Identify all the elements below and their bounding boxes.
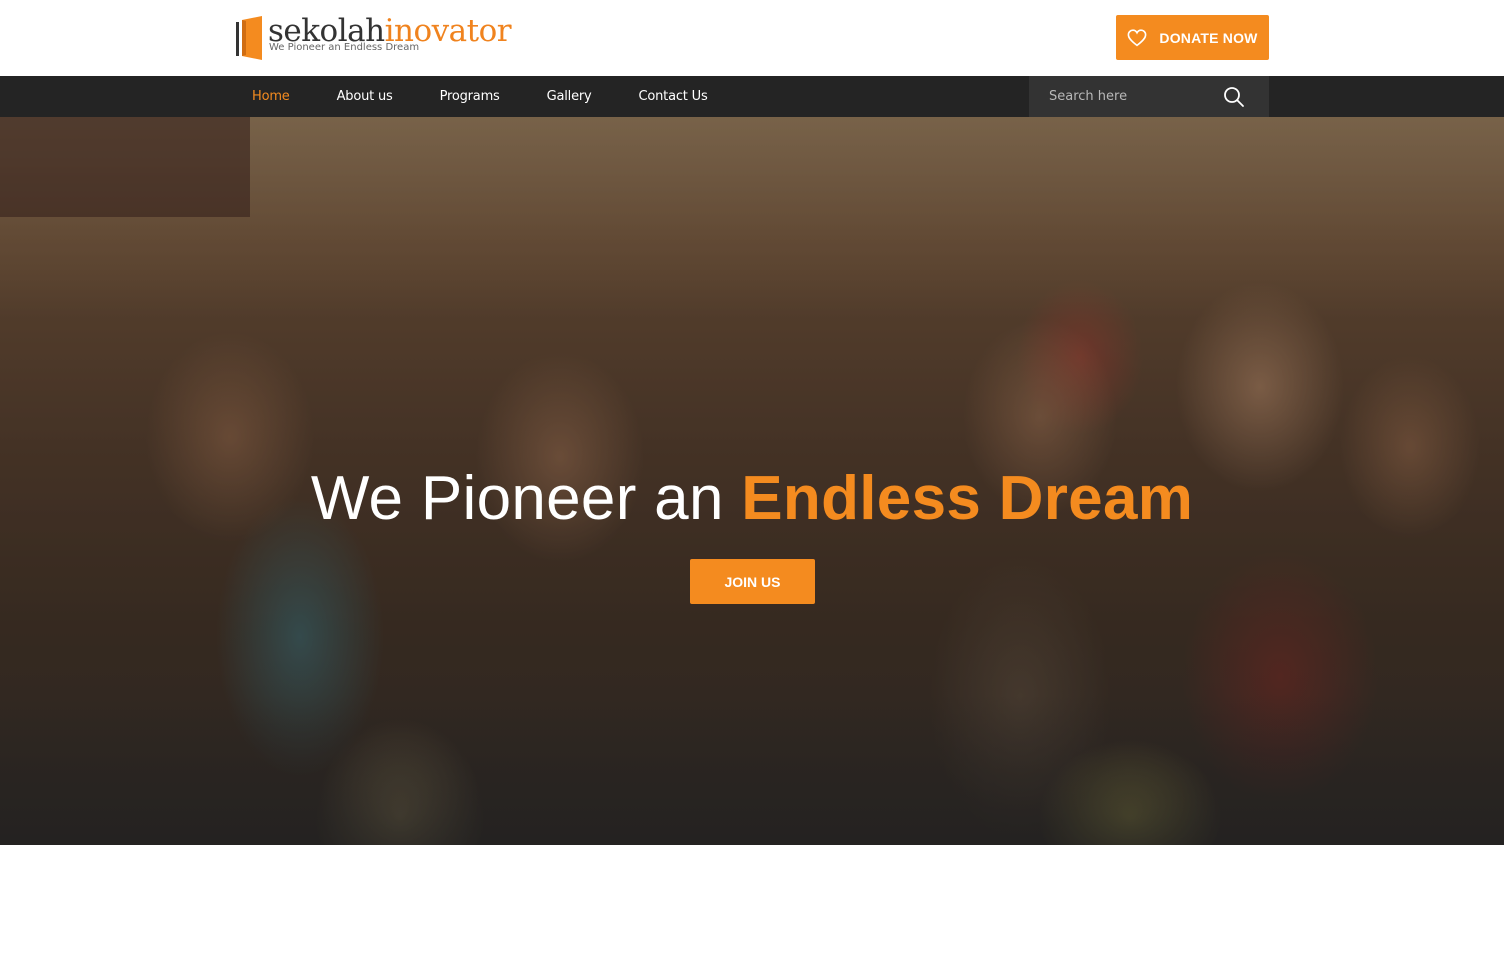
site-header: sekolahinovator We Pioneer an Endless Dr… <box>0 0 1504 76</box>
site-logo[interactable]: sekolahinovator We Pioneer an Endless Dr… <box>234 14 512 62</box>
hero-title-accent: Endless Dream <box>741 464 1194 533</box>
search-input[interactable] <box>1029 76 1209 117</box>
nav-item-gallery[interactable]: Gallery <box>547 89 592 104</box>
join-us-button[interactable]: JOIN US <box>690 559 815 604</box>
hero-banner: We Pioneer an Endless Dream JOIN US <box>0 117 1504 845</box>
open-door-icon <box>236 16 262 60</box>
nav-item-home[interactable]: Home <box>252 89 290 104</box>
nav-item-programs[interactable]: Programs <box>440 89 500 104</box>
donate-now-label: DONATE NOW <box>1159 29 1258 46</box>
logo-tagline: We Pioneer an Endless Dream <box>269 42 420 53</box>
search-box <box>1029 76 1269 117</box>
heart-icon <box>1127 28 1147 46</box>
donate-now-button[interactable]: DONATE NOW <box>1116 15 1269 60</box>
main-navbar: Home About us Programs Gallery Contact U… <box>0 76 1504 117</box>
hero-title-light: We Pioneer an <box>310 464 742 533</box>
nav-item-about-us[interactable]: About us <box>337 89 393 104</box>
main-nav: Home About us Programs Gallery Contact U… <box>252 76 755 117</box>
nav-item-contact-us[interactable]: Contact Us <box>639 89 708 104</box>
join-us-label: JOIN US <box>724 573 781 590</box>
hero-title: We Pioneer an Endless Dream <box>0 463 1504 535</box>
search-icon[interactable] <box>1223 86 1245 108</box>
